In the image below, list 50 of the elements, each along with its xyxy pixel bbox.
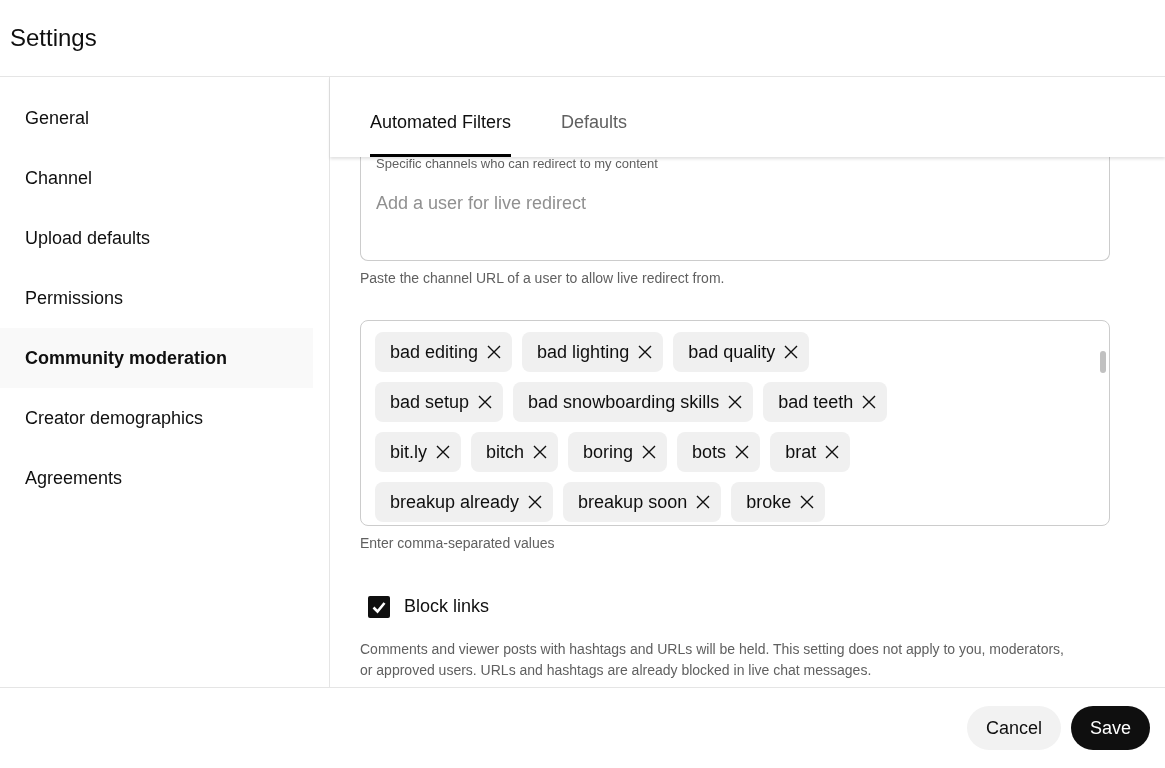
close-icon[interactable] — [824, 444, 841, 460]
close-icon[interactable] — [637, 344, 654, 360]
save-button[interactable]: Save — [1070, 706, 1150, 750]
field-label: Specific channels who can redirect to my content — [376, 157, 659, 171]
redirect-field[interactable]: Specific channels who can redirect to my content Add a user for live redirect — [360, 157, 1110, 261]
sidebar-item[interactable]: Upload defaults — [0, 208, 313, 268]
close-icon[interactable] — [734, 444, 751, 460]
close-icon[interactable] — [783, 344, 800, 360]
chip-label: bad lighting — [537, 340, 630, 364]
checkbox[interactable] — [368, 595, 390, 618]
chip-label: brat — [785, 440, 817, 464]
chip-label: bitch — [486, 440, 525, 464]
tab[interactable]: Automated Filters — [370, 109, 512, 157]
sidebar-item[interactable]: Creator demographics — [0, 388, 313, 448]
chip-label: bots — [692, 440, 727, 464]
chip-label: bad setup — [390, 390, 470, 414]
setting-description: Comments and viewer posts with hashtags and URLs will be held. This setting does not apply to you, moderators, or approved users. URLs and hashtags are already blocked in live chat messages. — [360, 640, 1065, 680]
close-icon[interactable] — [641, 444, 658, 460]
close-icon[interactable] — [527, 494, 544, 510]
helper-text: Enter comma-separated values — [360, 534, 556, 553]
dialog-title: Settings — [10, 23, 97, 53]
cancel-button[interactable]: Cancel — [966, 706, 1061, 750]
chip-label: bit.ly — [390, 440, 427, 464]
chip-label: bad snowboarding skills — [528, 390, 720, 414]
checkbox-label: Block links — [404, 595, 490, 618]
close-icon[interactable] — [727, 394, 744, 410]
sidebar-item[interactable]: Agreements — [0, 448, 313, 508]
sidebar-item[interactable]: General — [0, 88, 313, 148]
close-icon[interactable] — [532, 444, 549, 460]
scrollbar-thumb[interactable] — [1100, 351, 1106, 373]
chip-label: broke — [746, 490, 792, 514]
close-icon[interactable] — [477, 394, 494, 410]
tab[interactable]: Defaults — [561, 109, 628, 157]
tag-input[interactable]: bad editing bad lighting bad quality bad setup bad snowboarding skills bad teeth bit.ly bitch boring bots brat breakup already breakup soon broke — [360, 320, 1110, 526]
chip-label: breakup soon — [578, 490, 688, 514]
chip-label: boring — [583, 440, 634, 464]
redirect-input[interactable]: Add a user for live redirect — [376, 190, 1094, 217]
chip-label: breakup already — [390, 490, 520, 514]
sidebar-item[interactable]: Channel — [0, 148, 313, 208]
chip-label: bad quality — [688, 340, 776, 364]
close-icon[interactable] — [435, 444, 451, 460]
close-icon[interactable] — [695, 494, 712, 510]
close-icon[interactable] — [486, 344, 503, 360]
chip-label: bad teeth — [778, 390, 854, 414]
close-icon[interactable] — [861, 394, 878, 410]
close-icon[interactable] — [799, 494, 816, 510]
sidebar-item[interactable]: Community moderation — [0, 328, 313, 388]
chip-label: bad editing — [390, 340, 479, 364]
sidebar-item[interactable]: Permissions — [0, 268, 313, 328]
helper-text: Paste the channel URL of a user to allow live redirect from. — [360, 269, 726, 288]
